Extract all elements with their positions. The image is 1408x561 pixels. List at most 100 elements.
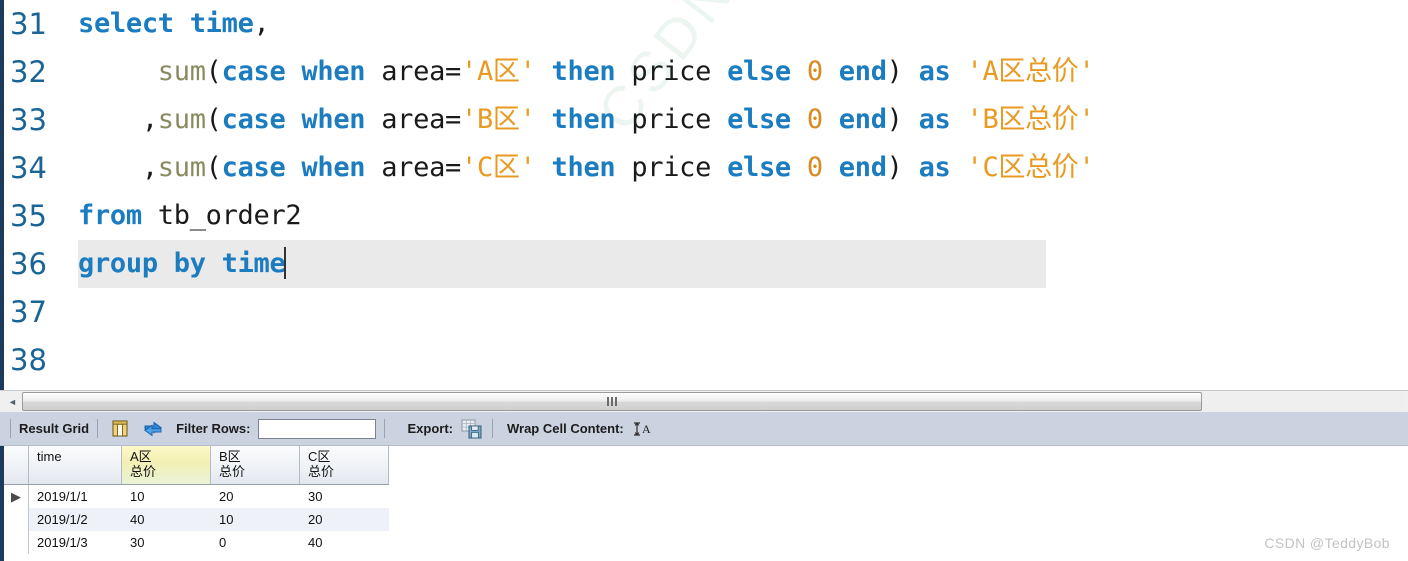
code-token: , [253, 8, 270, 39]
row-marker[interactable]: ▶ [4, 484, 29, 508]
scrollbar-thumb[interactable] [22, 392, 1202, 411]
code-line-content: ,sum(case when area='C区' then price else… [78, 144, 1095, 192]
code-token: area= [365, 56, 461, 87]
code-line-content: ,sum(case when area='B区' then price else… [78, 96, 1095, 144]
code-token: 0 [806, 152, 823, 183]
cell-time[interactable]: 2019/1/1 [29, 484, 122, 508]
code-token: by [173, 248, 206, 279]
cell-c[interactable]: 20 [299, 507, 389, 531]
table-row[interactable]: 2019/1/3 30 0 40 [4, 530, 389, 554]
code-line[interactable]: 37 [0, 288, 1408, 336]
cell-a[interactable]: 30 [122, 531, 211, 554]
code-line[interactable]: 34 ,sum(case when area='C区' then price e… [0, 144, 1408, 192]
code-tokens: from tb_order2 [78, 200, 302, 231]
line-number: 35 [10, 199, 47, 233]
code-line[interactable]: 35 from tb_order2 [0, 192, 1408, 240]
code-token: then [551, 104, 616, 135]
column-header-line2: 总价 [130, 464, 157, 479]
code-token: 'C区总价' [966, 152, 1095, 183]
result-grid-area[interactable]: time A区 总价 B区 总价 C区 总价 ▶ 2019/1/1 10 20 30 2019/1/2… [0, 446, 1408, 561]
sql-code-editor[interactable]: CSDN 31 select time, 32 sum(case when area… [0, 0, 1408, 390]
csdn-watermark: CSDN @TeddyBob [1264, 535, 1390, 551]
code-token: case [221, 56, 286, 87]
refresh-arrows-icon[interactable] [142, 419, 164, 439]
cell-time[interactable]: 2019/1/2 [28, 507, 122, 531]
cell-c[interactable]: 30 [300, 484, 389, 508]
code-token: end [838, 104, 887, 135]
code-token: when [301, 56, 366, 87]
table-body: ▶ 2019/1/1 10 20 30 2019/1/2 40 10 20 2019/1/3 30 0… [4, 484, 389, 554]
code-token: area= [365, 152, 461, 183]
code-line[interactable]: 32 sum(case when area='A区' then price el… [0, 48, 1408, 96]
code-token: time [221, 248, 286, 279]
code-token: ( [205, 152, 222, 183]
cell-b[interactable]: 20 [211, 484, 300, 508]
code-tokens: ,sum(case when area='B区' then price else… [78, 104, 1095, 135]
code-token: then [551, 56, 616, 87]
column-header-a[interactable]: A区 总价 [121, 446, 211, 485]
code-token: , [78, 104, 158, 135]
code-token: else [727, 104, 791, 135]
cell-b[interactable]: 10 [210, 507, 300, 531]
editor-horizontal-scrollbar[interactable]: ◄ [0, 390, 1408, 412]
row-marker[interactable] [4, 530, 29, 554]
cell-c[interactable]: 40 [300, 531, 389, 554]
code-token: select [78, 8, 174, 39]
code-token: as [918, 56, 951, 87]
code-token: 'A区总价' [966, 56, 1095, 87]
scrollbar-track[interactable] [22, 392, 1404, 411]
filter-rows-label: Filter Rows: [176, 421, 251, 436]
code-line[interactable]: 36 group by time [0, 240, 1408, 288]
grid-corner-cell[interactable] [4, 446, 29, 485]
table-row[interactable]: ▶ 2019/1/1 10 20 30 [4, 484, 389, 508]
scroll-left-arrow-icon[interactable]: ◄ [4, 393, 21, 410]
result-grid-table[interactable]: time A区 总价 B区 总价 C区 总价 ▶ 2019/1/1 10 20 30 2019/1/2… [4, 446, 389, 554]
code-token: , [78, 152, 158, 183]
toolbar-separator [384, 419, 386, 438]
line-number: 33 [10, 103, 47, 137]
column-header-b[interactable]: B区 总价 [210, 446, 300, 485]
code-token: tb_order2 [141, 200, 302, 231]
code-line[interactable]: 33 ,sum(case when area='B区' then price e… [0, 96, 1408, 144]
code-line[interactable]: 38 [0, 336, 1408, 384]
code-tokens: group by time [78, 248, 286, 279]
code-token: from [78, 200, 142, 231]
text-caret [284, 247, 287, 279]
toolbar-separator [97, 419, 99, 438]
cell-a[interactable]: 40 [121, 507, 211, 531]
line-number: 38 [10, 343, 47, 377]
cell-b[interactable]: 0 [211, 531, 300, 554]
table-row[interactable]: 2019/1/2 40 10 20 [4, 507, 389, 531]
cell-time[interactable]: 2019/1/3 [29, 531, 122, 554]
code-token: else [727, 56, 791, 87]
export-label: Export: [407, 421, 453, 436]
code-line[interactable]: 31 select time, [0, 0, 1408, 48]
wrap-text-icon[interactable]: A [631, 419, 651, 439]
row-marker[interactable] [4, 507, 29, 531]
code-token: 'B区总价' [966, 104, 1095, 135]
code-tokens: sum(case when area='A区' then price else … [78, 56, 1095, 87]
code-token: group [78, 248, 158, 279]
cell-a[interactable]: 10 [122, 484, 211, 508]
column-header-c[interactable]: C区 总价 [299, 446, 389, 485]
code-token: price [615, 56, 728, 87]
export-save-icon[interactable] [460, 418, 484, 440]
column-header-time[interactable]: time [28, 446, 122, 485]
result-toolbar: Result Grid Filter Rows: Export: Wrap Ce… [0, 412, 1408, 446]
toolbar-separator [10, 419, 11, 438]
column-header-line1: time [37, 449, 62, 464]
column-header-line2: 总价 [308, 464, 335, 479]
grid-columns-icon[interactable] [110, 419, 130, 438]
code-token: end [838, 56, 887, 87]
filter-rows-input[interactable] [258, 418, 377, 439]
line-number: 36 [10, 247, 47, 281]
code-token: when [301, 152, 366, 183]
